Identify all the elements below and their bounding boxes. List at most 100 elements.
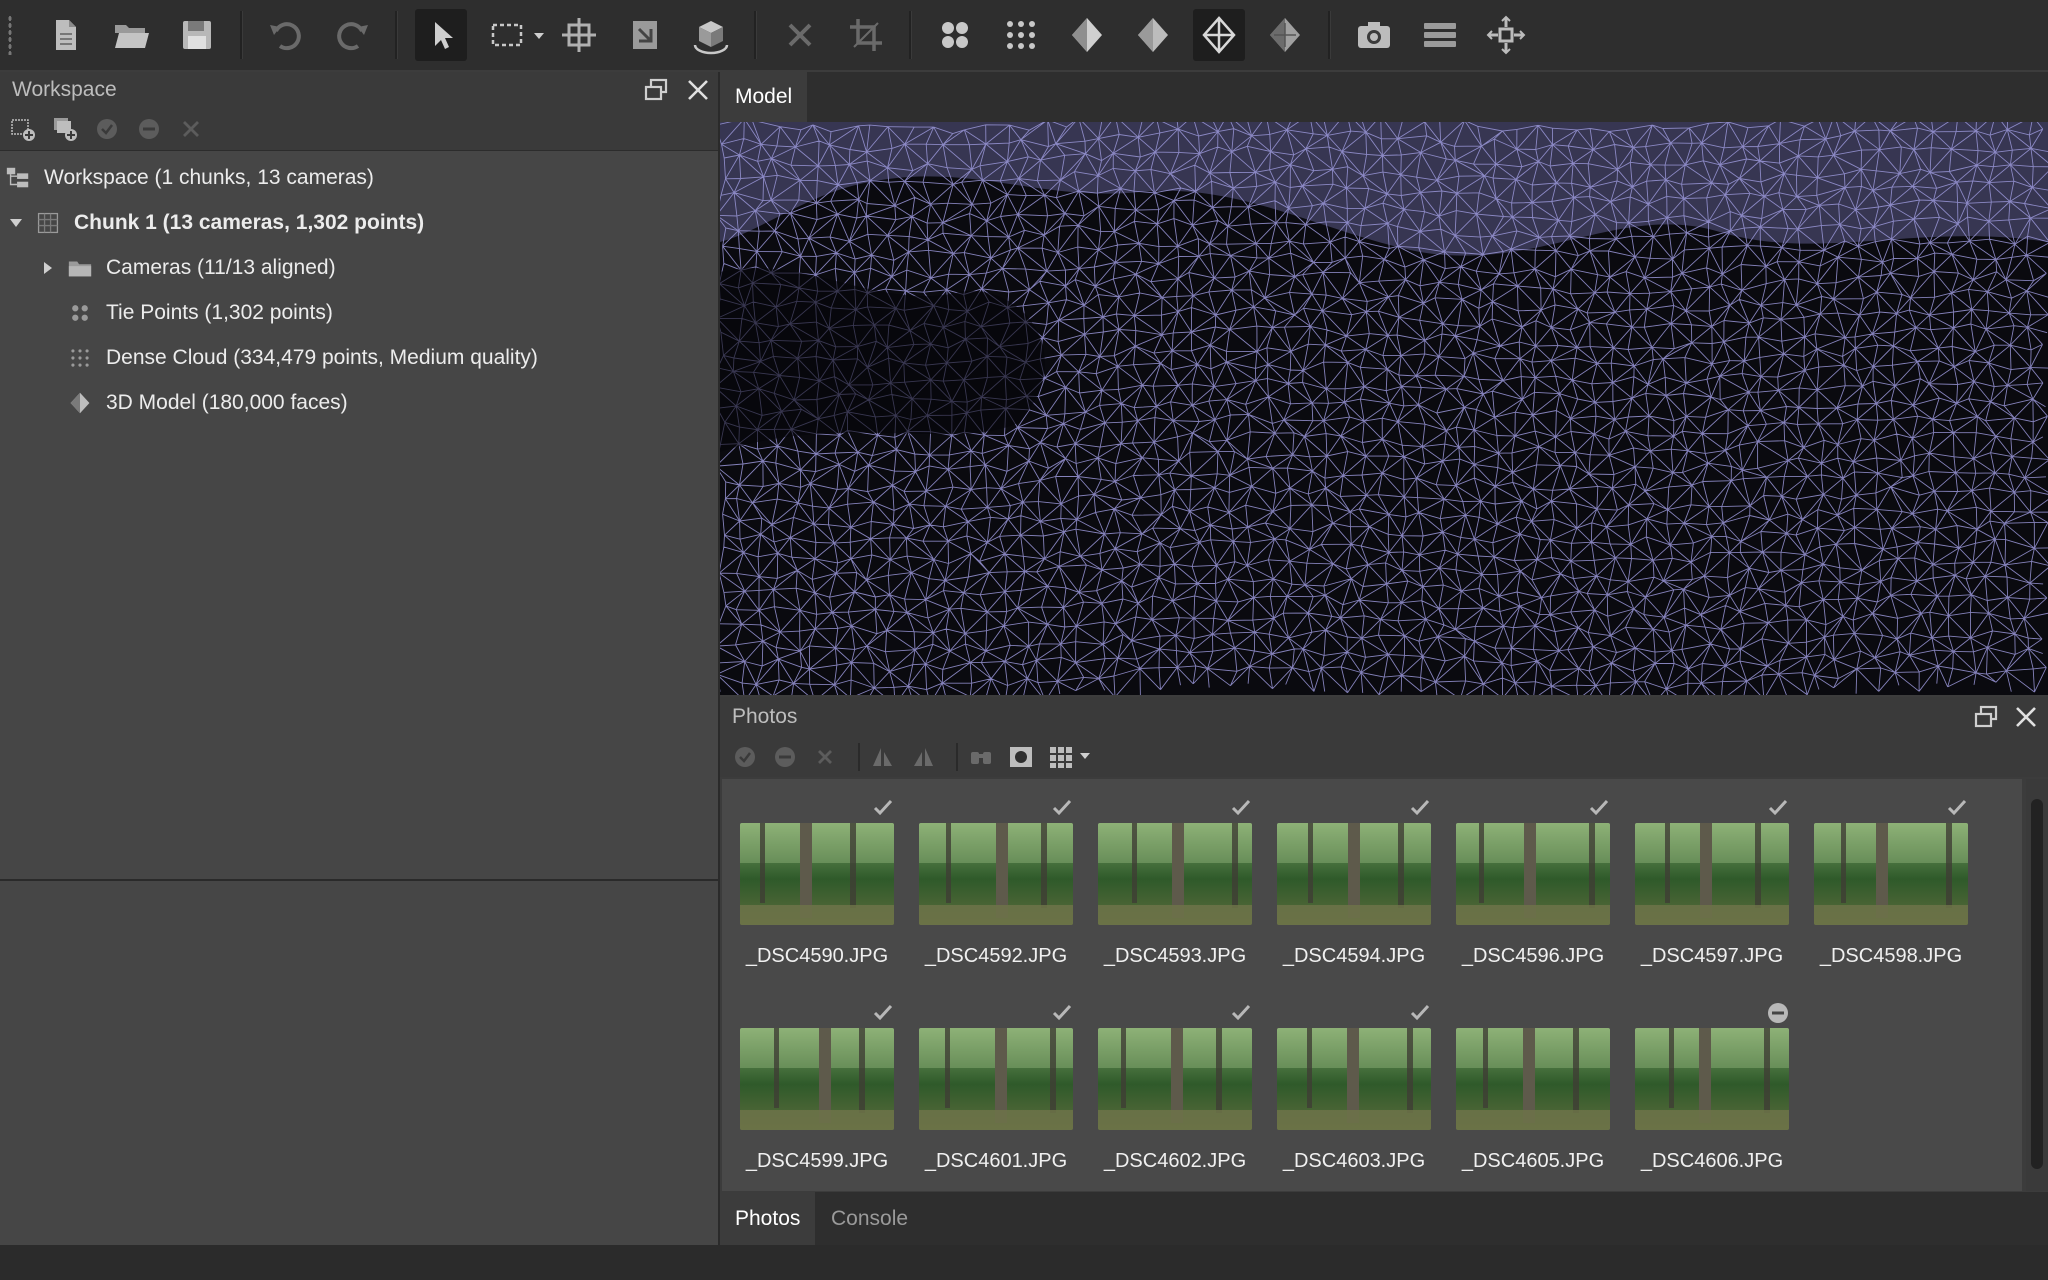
tie-points-icon[interactable]	[929, 9, 981, 61]
photo-thumbnail[interactable]: _DSC4606.JPG	[1635, 1003, 1789, 1172]
wireframe-icon[interactable]	[1193, 9, 1245, 61]
rotate-region-icon[interactable]	[685, 9, 737, 61]
tree-item-label: 3D Model (180,000 faces)	[106, 390, 348, 414]
filter-icon[interactable]	[966, 742, 996, 772]
aligned-check-icon	[1409, 797, 1431, 819]
toolbar-separator	[956, 743, 958, 771]
remove-icon[interactable]	[176, 114, 206, 144]
photo-thumbnail[interactable]: _DSC4592.JPG	[919, 799, 1073, 967]
workspace-toolbar	[0, 108, 718, 151]
textured-icon[interactable]	[1259, 9, 1311, 61]
photo-thumbnail[interactable]: _DSC4596.JPG	[1456, 799, 1610, 967]
photo-grid: _DSC4590.JPG _DSC4592.JPG _DSC4593.JPG _DSC…	[722, 779, 2022, 1191]
photo-thumbnail[interactable]: _DSC4593.JPG	[1098, 799, 1252, 967]
selection-dropdown-arrow[interactable]	[532, 9, 546, 61]
toolbar-separator	[909, 11, 912, 59]
undock-icon[interactable]	[642, 76, 670, 104]
disable-camera-icon[interactable]	[770, 742, 800, 772]
photos-pane: Photos _DSC4590.JPG _DSC4592.JPG _DSC4593.…	[720, 697, 2048, 1192]
reset-view-icon[interactable]	[1480, 9, 1532, 61]
expanded-arrow-icon[interactable]	[6, 213, 26, 233]
rotate-right-icon[interactable]	[908, 742, 938, 772]
dense-cloud-tree-icon	[66, 344, 94, 372]
photos-toolbar	[720, 737, 2048, 777]
enable-icon[interactable]	[92, 114, 122, 144]
camera-icon[interactable]	[1348, 9, 1400, 61]
photo-filename: _DSC4598.JPG	[1819, 945, 1963, 967]
redo-icon[interactable]	[326, 9, 378, 61]
tab-model-label: Model	[735, 85, 793, 108]
collapsed-arrow-icon[interactable]	[38, 258, 58, 278]
bottom-tab-bar: Photos Console	[720, 1192, 2048, 1245]
tree-item-model[interactable]: 3D Model (180,000 faces)	[0, 380, 718, 425]
add-photos-icon[interactable]	[50, 114, 80, 144]
aligned-check-icon	[1588, 797, 1610, 819]
forest-photo-image	[1635, 1028, 1789, 1130]
open-icon[interactable]	[105, 9, 157, 61]
crop-icon[interactable]	[840, 9, 892, 61]
remove-camera-icon[interactable]	[810, 742, 840, 772]
close-icon[interactable]	[684, 76, 712, 104]
mask-icon[interactable]	[1006, 742, 1036, 772]
model-viewport[interactable]	[720, 122, 2048, 695]
tab-console[interactable]: Console	[816, 1192, 923, 1245]
aligned-check-icon	[1051, 797, 1073, 819]
undock-icon[interactable]	[1972, 703, 2000, 731]
forest-photo-image	[1277, 823, 1431, 925]
save-icon[interactable]	[171, 9, 223, 61]
navigation-icon[interactable]	[415, 9, 467, 61]
move-region-icon[interactable]	[553, 9, 605, 61]
forest-photo-image	[740, 1028, 894, 1130]
photo-thumbnail[interactable]: _DSC4597.JPG	[1635, 799, 1789, 967]
workspace-tree: Workspace (1 chunks, 13 cameras) Chunk 1…	[0, 151, 718, 425]
photo-thumbnail[interactable]: _DSC4599.JPG	[740, 1004, 894, 1172]
toolbar-separator	[395, 11, 398, 59]
enable-camera-icon[interactable]	[730, 742, 760, 772]
resize-region-icon[interactable]	[619, 9, 671, 61]
toolbar-separator	[1328, 11, 1331, 59]
forest-photo-image	[1098, 823, 1252, 925]
status-bar	[0, 1245, 2048, 1280]
layers-icon[interactable]	[1414, 9, 1466, 61]
photo-thumbnail[interactable]: _DSC4602.JPG	[1098, 1004, 1252, 1172]
aligned-check-icon	[872, 797, 894, 819]
forest-photo-image	[1098, 1028, 1252, 1130]
disable-icon[interactable]	[134, 114, 164, 144]
photo-thumbnail[interactable]: _DSC4598.JPG	[1814, 799, 1968, 967]
view-mode-grid-icon[interactable]	[1046, 742, 1076, 772]
new-icon[interactable]	[39, 9, 91, 61]
tree-item-label: Tie Points (1,302 points)	[106, 300, 333, 324]
delete-icon[interactable]	[774, 9, 826, 61]
photo-filename: _DSC4606.JPG	[1640, 1150, 1784, 1172]
tree-item-chunk[interactable]: Chunk 1 (13 cameras, 1,302 points)	[0, 200, 718, 245]
scrollbar-thumb[interactable]	[2031, 799, 2043, 1169]
tree-item-tie-points[interactable]: Tie Points (1,302 points)	[0, 290, 718, 335]
dense-cloud-icon[interactable]	[995, 9, 1047, 61]
photo-thumbnail[interactable]: _DSC4594.JPG	[1277, 799, 1431, 967]
undo-icon[interactable]	[260, 9, 312, 61]
toolbar-separator	[858, 743, 860, 771]
shaded-icon[interactable]	[1061, 9, 1113, 61]
rotate-left-icon[interactable]	[868, 742, 898, 772]
tab-photos[interactable]: Photos	[720, 1192, 816, 1245]
toolbar-grip[interactable]	[8, 15, 12, 55]
photos-scrollbar[interactable]	[2026, 779, 2048, 1191]
tree-item-cameras[interactable]: Cameras (11/13 aligned)	[0, 245, 718, 290]
photo-thumbnail[interactable]: _DSC4601.JPG	[919, 1004, 1073, 1172]
wireframe-mesh	[720, 122, 2048, 695]
workspace-tree-icon	[4, 164, 32, 192]
photo-thumbnail[interactable]: _DSC4590.JPG	[740, 799, 894, 967]
tree-item-dense-cloud[interactable]: Dense Cloud (334,479 points, Medium qual…	[0, 335, 718, 380]
photo-thumbnail[interactable]: _DSC4605.JPG	[1456, 1028, 1610, 1172]
aligned-check-icon	[1767, 797, 1789, 819]
chunk-icon	[34, 209, 62, 237]
solid-icon[interactable]	[1127, 9, 1179, 61]
view-mode-dropdown-arrow[interactable]	[1078, 748, 1092, 767]
tree-item-workspace[interactable]: Workspace (1 chunks, 13 cameras)	[0, 155, 718, 200]
workspace-splitter[interactable]	[0, 879, 718, 881]
rectangle-selection-icon[interactable]	[481, 9, 533, 61]
photo-thumbnail[interactable]: _DSC4603.JPG	[1277, 1004, 1431, 1172]
close-icon[interactable]	[2012, 703, 2040, 731]
add-chunk-icon[interactable]	[8, 114, 38, 144]
tab-model[interactable]: Model	[720, 72, 808, 122]
